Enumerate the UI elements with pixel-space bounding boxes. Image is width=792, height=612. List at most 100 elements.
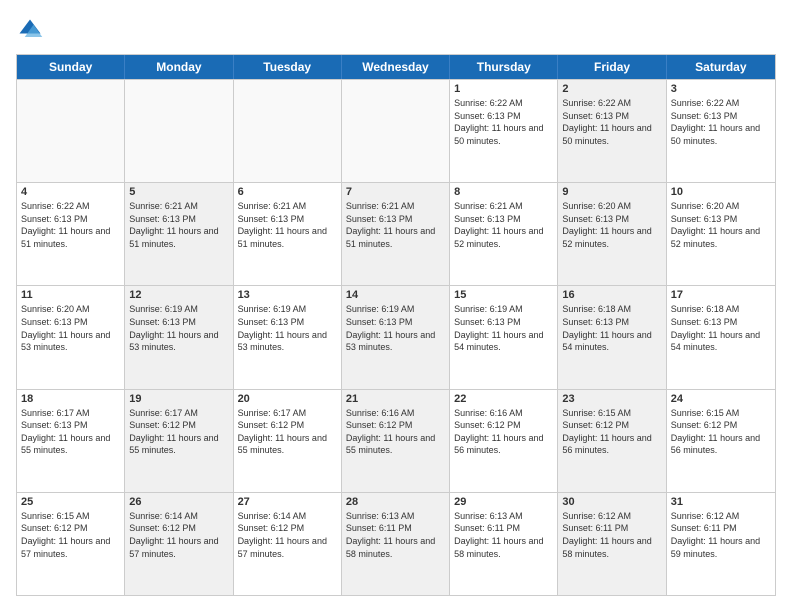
calendar-cell-17: 17Sunrise: 6:18 AM Sunset: 6:13 PM Dayli… (667, 286, 775, 388)
calendar-row-3: 18Sunrise: 6:17 AM Sunset: 6:13 PM Dayli… (17, 389, 775, 492)
day-number: 4 (21, 186, 120, 198)
cell-text: Sunrise: 6:22 AM Sunset: 6:13 PM Dayligh… (21, 200, 120, 250)
cell-text: Sunrise: 6:22 AM Sunset: 6:13 PM Dayligh… (454, 97, 553, 147)
calendar-cell-3: 3 Sunrise: 6:22 AM Sunset: 6:13 PM Daylig… (667, 80, 775, 182)
logo (16, 16, 48, 44)
cell-text: Sunrise: 6:17 AM Sunset: 6:12 PM Dayligh… (129, 407, 228, 457)
day-number: 30 (562, 496, 661, 508)
calendar-cell-5: 5 Sunrise: 6:21 AM Sunset: 6:13 PM Daylig… (125, 183, 233, 285)
calendar-cell-20: 20 Sunrise: 6:17 AM Sunset: 6:12 PM Dayli… (234, 390, 342, 492)
calendar-cell-27: 27 Sunrise: 6:14 AM Sunset: 6:12 PM Dayli… (234, 493, 342, 595)
cell-text: Sunrise: 6:17 AM Sunset: 6:12 PM Dayligh… (238, 407, 337, 457)
cell-text: Sunrise: 6:14 AM Sunset: 6:12 PM Dayligh… (129, 510, 228, 560)
cell-text: Sunrise: 6:15 AM Sunset: 6:12 PM Dayligh… (562, 407, 661, 457)
day-number: 19 (129, 393, 228, 405)
day-number: 14 (346, 289, 445, 301)
cell-text: Sunrise: 6:21 AM Sunset: 6:13 PM Dayligh… (346, 200, 445, 250)
day-number: 6 (238, 186, 337, 198)
cell-text: Sunrise: 6:19 AM Sunset: 6:13 PM Dayligh… (129, 303, 228, 353)
calendar-cell-8: 8Sunrise: 6:21 AM Sunset: 6:13 PM Daylig… (450, 183, 558, 285)
day-number: 24 (671, 393, 771, 405)
calendar-cell-9: 9Sunrise: 6:20 AM Sunset: 6:13 PM Daylig… (558, 183, 666, 285)
calendar-row-0: 1 Sunrise: 6:22 AM Sunset: 6:13 PM Daylig… (17, 79, 775, 182)
cell-text: Sunrise: 6:20 AM Sunset: 6:13 PM Dayligh… (21, 303, 120, 353)
calendar-cell-empty-0-1 (125, 80, 233, 182)
calendar-cell-empty-0-3 (342, 80, 450, 182)
calendar-cell-24: 24 Sunrise: 6:15 AM Sunset: 6:12 PM Dayli… (667, 390, 775, 492)
day-number: 27 (238, 496, 337, 508)
calendar-cell-11: 11 Sunrise: 6:20 AM Sunset: 6:13 PM Dayli… (17, 286, 125, 388)
cell-text: Sunrise: 6:15 AM Sunset: 6:12 PM Dayligh… (671, 407, 771, 457)
cell-text: Sunrise: 6:21 AM Sunset: 6:13 PM Dayligh… (129, 200, 228, 250)
day-number: 20 (238, 393, 337, 405)
cell-text: Sunrise: 6:21 AM Sunset: 6:13 PM Dayligh… (454, 200, 553, 250)
cell-text: Sunrise: 6:13 AM Sunset: 6:11 PM Dayligh… (454, 510, 553, 560)
day-number: 15 (454, 289, 553, 301)
day-number: 10 (671, 186, 771, 198)
day-number: 3 (671, 83, 771, 95)
cell-text: Sunrise: 6:22 AM Sunset: 6:13 PM Dayligh… (671, 97, 771, 147)
cell-text: Sunrise: 6:22 AM Sunset: 6:13 PM Dayligh… (562, 97, 661, 147)
calendar-row-2: 11 Sunrise: 6:20 AM Sunset: 6:13 PM Dayli… (17, 285, 775, 388)
cell-text: Sunrise: 6:18 AM Sunset: 6:13 PM Dayligh… (671, 303, 771, 353)
day-number: 2 (562, 83, 661, 95)
calendar-cell-23: 23 Sunrise: 6:15 AM Sunset: 6:12 PM Dayli… (558, 390, 666, 492)
day-number: 25 (21, 496, 120, 508)
calendar-cell-6: 6 Sunrise: 6:21 AM Sunset: 6:13 PM Daylig… (234, 183, 342, 285)
calendar-cell-empty-0-0 (17, 80, 125, 182)
calendar-cell-1: 1 Sunrise: 6:22 AM Sunset: 6:13 PM Daylig… (450, 80, 558, 182)
calendar-cell-12: 12 Sunrise: 6:19 AM Sunset: 6:13 PM Dayli… (125, 286, 233, 388)
calendar-cell-13: 13 Sunrise: 6:19 AM Sunset: 6:13 PM Dayli… (234, 286, 342, 388)
day-number: 29 (454, 496, 553, 508)
calendar-header: SundayMondayTuesdayWednesdayThursdayFrid… (17, 55, 775, 79)
calendar-cell-30: 30 Sunrise: 6:12 AM Sunset: 6:11 PM Dayli… (558, 493, 666, 595)
page: SundayMondayTuesdayWednesdayThursdayFrid… (0, 0, 792, 612)
day-number: 12 (129, 289, 228, 301)
day-number: 13 (238, 289, 337, 301)
cell-text: Sunrise: 6:12 AM Sunset: 6:11 PM Dayligh… (562, 510, 661, 560)
calendar-cell-4: 4 Sunrise: 6:22 AM Sunset: 6:13 PM Daylig… (17, 183, 125, 285)
cell-text: Sunrise: 6:14 AM Sunset: 6:12 PM Dayligh… (238, 510, 337, 560)
cell-text: Sunrise: 6:16 AM Sunset: 6:12 PM Dayligh… (346, 407, 445, 457)
day-number: 11 (21, 289, 120, 301)
cell-text: Sunrise: 6:16 AM Sunset: 6:12 PM Dayligh… (454, 407, 553, 457)
calendar-cell-19: 19 Sunrise: 6:17 AM Sunset: 6:12 PM Dayli… (125, 390, 233, 492)
calendar-cell-29: 29 Sunrise: 6:13 AM Sunset: 6:11 PM Dayli… (450, 493, 558, 595)
calendar: SundayMondayTuesdayWednesdayThursdayFrid… (16, 54, 776, 596)
calendar-cell-10: 10Sunrise: 6:20 AM Sunset: 6:13 PM Dayli… (667, 183, 775, 285)
day-number: 5 (129, 186, 228, 198)
day-number: 7 (346, 186, 445, 198)
calendar-row-1: 4 Sunrise: 6:22 AM Sunset: 6:13 PM Daylig… (17, 182, 775, 285)
cell-text: Sunrise: 6:18 AM Sunset: 6:13 PM Dayligh… (562, 303, 661, 353)
logo-icon (16, 16, 44, 44)
calendar-cell-26: 26Sunrise: 6:14 AM Sunset: 6:12 PM Dayli… (125, 493, 233, 595)
calendar-cell-31: 31 Sunrise: 6:12 AM Sunset: 6:11 PM Dayli… (667, 493, 775, 595)
day-number: 1 (454, 83, 553, 95)
day-number: 22 (454, 393, 553, 405)
calendar-cell-25: 25 Sunrise: 6:15 AM Sunset: 6:12 PM Dayli… (17, 493, 125, 595)
cell-text: Sunrise: 6:13 AM Sunset: 6:11 PM Dayligh… (346, 510, 445, 560)
header (16, 16, 776, 44)
cell-text: Sunrise: 6:19 AM Sunset: 6:13 PM Dayligh… (238, 303, 337, 353)
calendar-cell-21: 21Sunrise: 6:16 AM Sunset: 6:12 PM Dayli… (342, 390, 450, 492)
calendar-body: 1 Sunrise: 6:22 AM Sunset: 6:13 PM Daylig… (17, 79, 775, 595)
cell-text: Sunrise: 6:15 AM Sunset: 6:12 PM Dayligh… (21, 510, 120, 560)
calendar-cell-empty-0-2 (234, 80, 342, 182)
cell-text: Sunrise: 6:20 AM Sunset: 6:13 PM Dayligh… (562, 200, 661, 250)
cell-text: Sunrise: 6:12 AM Sunset: 6:11 PM Dayligh… (671, 510, 771, 560)
cell-text: Sunrise: 6:19 AM Sunset: 6:13 PM Dayligh… (454, 303, 553, 353)
calendar-cell-28: 28Sunrise: 6:13 AM Sunset: 6:11 PM Dayli… (342, 493, 450, 595)
day-header-saturday: Saturday (667, 55, 775, 79)
calendar-row-4: 25 Sunrise: 6:15 AM Sunset: 6:12 PM Dayli… (17, 492, 775, 595)
cell-text: Sunrise: 6:21 AM Sunset: 6:13 PM Dayligh… (238, 200, 337, 250)
day-number: 31 (671, 496, 771, 508)
day-header-friday: Friday (558, 55, 666, 79)
cell-text: Sunrise: 6:19 AM Sunset: 6:13 PM Dayligh… (346, 303, 445, 353)
calendar-cell-16: 16Sunrise: 6:18 AM Sunset: 6:13 PM Dayli… (558, 286, 666, 388)
day-number: 23 (562, 393, 661, 405)
calendar-cell-15: 15 Sunrise: 6:19 AM Sunset: 6:13 PM Dayli… (450, 286, 558, 388)
calendar-cell-22: 22 Sunrise: 6:16 AM Sunset: 6:12 PM Dayli… (450, 390, 558, 492)
day-header-tuesday: Tuesday (234, 55, 342, 79)
calendar-cell-7: 7 Sunrise: 6:21 AM Sunset: 6:13 PM Daylig… (342, 183, 450, 285)
day-header-sunday: Sunday (17, 55, 125, 79)
